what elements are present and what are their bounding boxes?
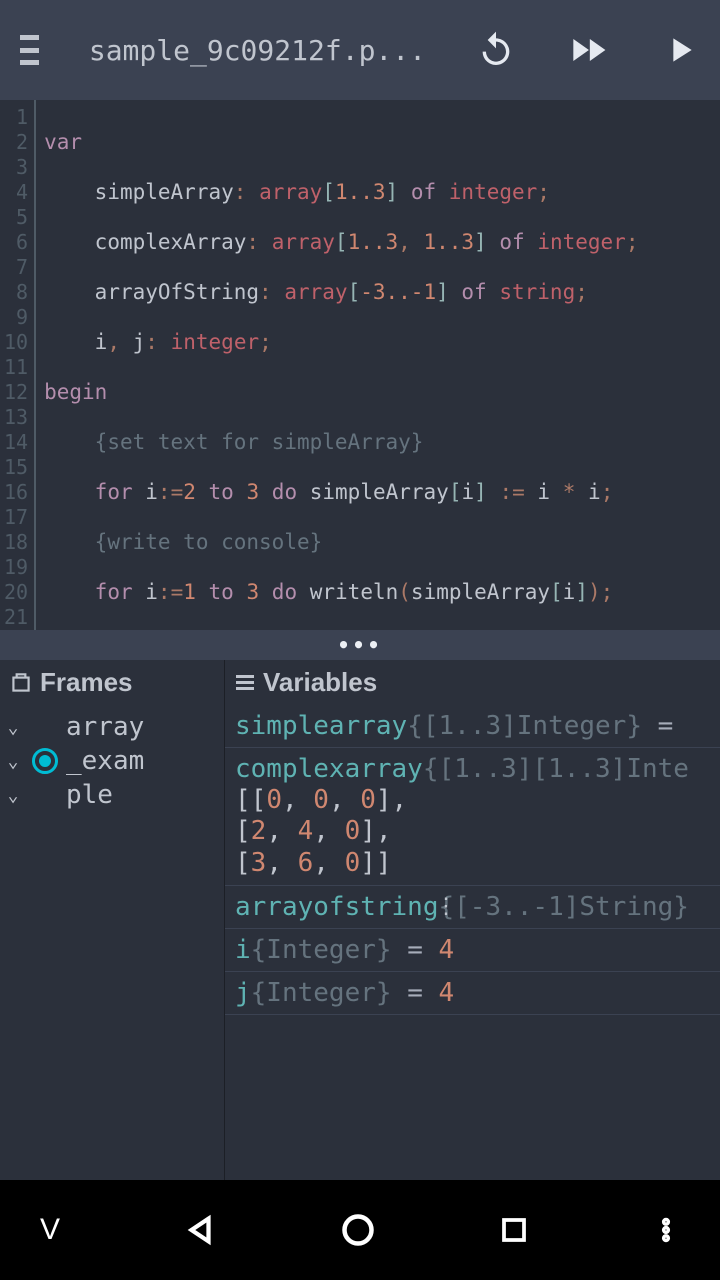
variables-list: simplearray{[1..3]Integer} = complexarra… bbox=[225, 705, 720, 1015]
frame-label: _exam bbox=[66, 746, 144, 776]
variables-panel: Variables simplearray{[1..3]Integer} = c… bbox=[225, 660, 720, 1180]
v-label: V bbox=[40, 1213, 60, 1247]
variable-row[interactable]: complexarray{[1..3][1..3]Inte [[0, 0, 0]… bbox=[225, 748, 720, 886]
line-gutter: 123456789101112131415161718192021 bbox=[0, 100, 36, 630]
code-content[interactable]: var simpleArray: array[1..3] of integer;… bbox=[36, 100, 702, 630]
frames-title: Frames bbox=[40, 667, 133, 698]
chevron-down-icon[interactable]: ⌄ bbox=[2, 785, 24, 806]
variable-row[interactable]: simplearray{[1..3]Integer} = bbox=[225, 705, 720, 748]
frame-label: ple bbox=[66, 780, 113, 810]
dots-icon: ••• bbox=[337, 633, 382, 657]
more-vert-icon[interactable] bbox=[652, 1216, 680, 1244]
frame-label: array bbox=[66, 712, 144, 742]
home-icon[interactable] bbox=[340, 1212, 376, 1248]
android-navbar: V bbox=[0, 1180, 720, 1280]
frames-panel: Frames ⌄ array ⌄ _exam ⌄ ple bbox=[0, 660, 225, 1180]
restart-icon[interactable] bbox=[476, 25, 516, 75]
back-icon[interactable] bbox=[183, 1213, 217, 1247]
code-editor[interactable]: 123456789101112131415161718192021 var si… bbox=[0, 100, 720, 630]
frames-list: ⌄ array ⌄ _exam ⌄ ple bbox=[0, 705, 224, 817]
variables-header[interactable]: Variables bbox=[225, 660, 720, 705]
variable-row[interactable]: j{Integer} = 4 bbox=[225, 972, 720, 1015]
frame-indicator bbox=[32, 714, 58, 740]
debug-panels: Frames ⌄ array ⌄ _exam ⌄ ple Variables bbox=[0, 660, 720, 1180]
frame-active-indicator bbox=[32, 748, 58, 774]
file-title[interactable]: sample_9c09212f.p... bbox=[59, 34, 426, 67]
frame-row[interactable]: ⌄ array bbox=[2, 710, 222, 744]
more-icon[interactable]: ⋮ bbox=[435, 894, 457, 919]
variables-title: Variables bbox=[263, 667, 377, 698]
list-icon bbox=[233, 671, 257, 695]
frame-indicator bbox=[32, 782, 58, 808]
recent-icon[interactable] bbox=[499, 1215, 529, 1245]
variable-row[interactable]: i{Integer} = 4 bbox=[225, 929, 720, 972]
frame-row[interactable]: ⌄ ple bbox=[2, 778, 222, 812]
top-toolbar: sample_9c09212f.p... bbox=[0, 0, 720, 100]
frames-header[interactable]: Frames bbox=[0, 660, 224, 705]
chevron-down-icon[interactable]: ⌄ bbox=[2, 751, 24, 772]
fast-forward-icon[interactable] bbox=[566, 25, 610, 75]
frames-icon bbox=[8, 670, 34, 696]
resize-handle[interactable]: ••• bbox=[0, 630, 720, 660]
frame-row[interactable]: ⌄ _exam bbox=[2, 744, 222, 778]
variable-row[interactable]: ⋮ arrayofstring{[-3..-1]String} bbox=[225, 886, 720, 929]
menu-icon[interactable] bbox=[20, 35, 39, 65]
play-icon[interactable] bbox=[660, 25, 700, 75]
chevron-down-icon[interactable]: ⌄ bbox=[2, 717, 24, 738]
